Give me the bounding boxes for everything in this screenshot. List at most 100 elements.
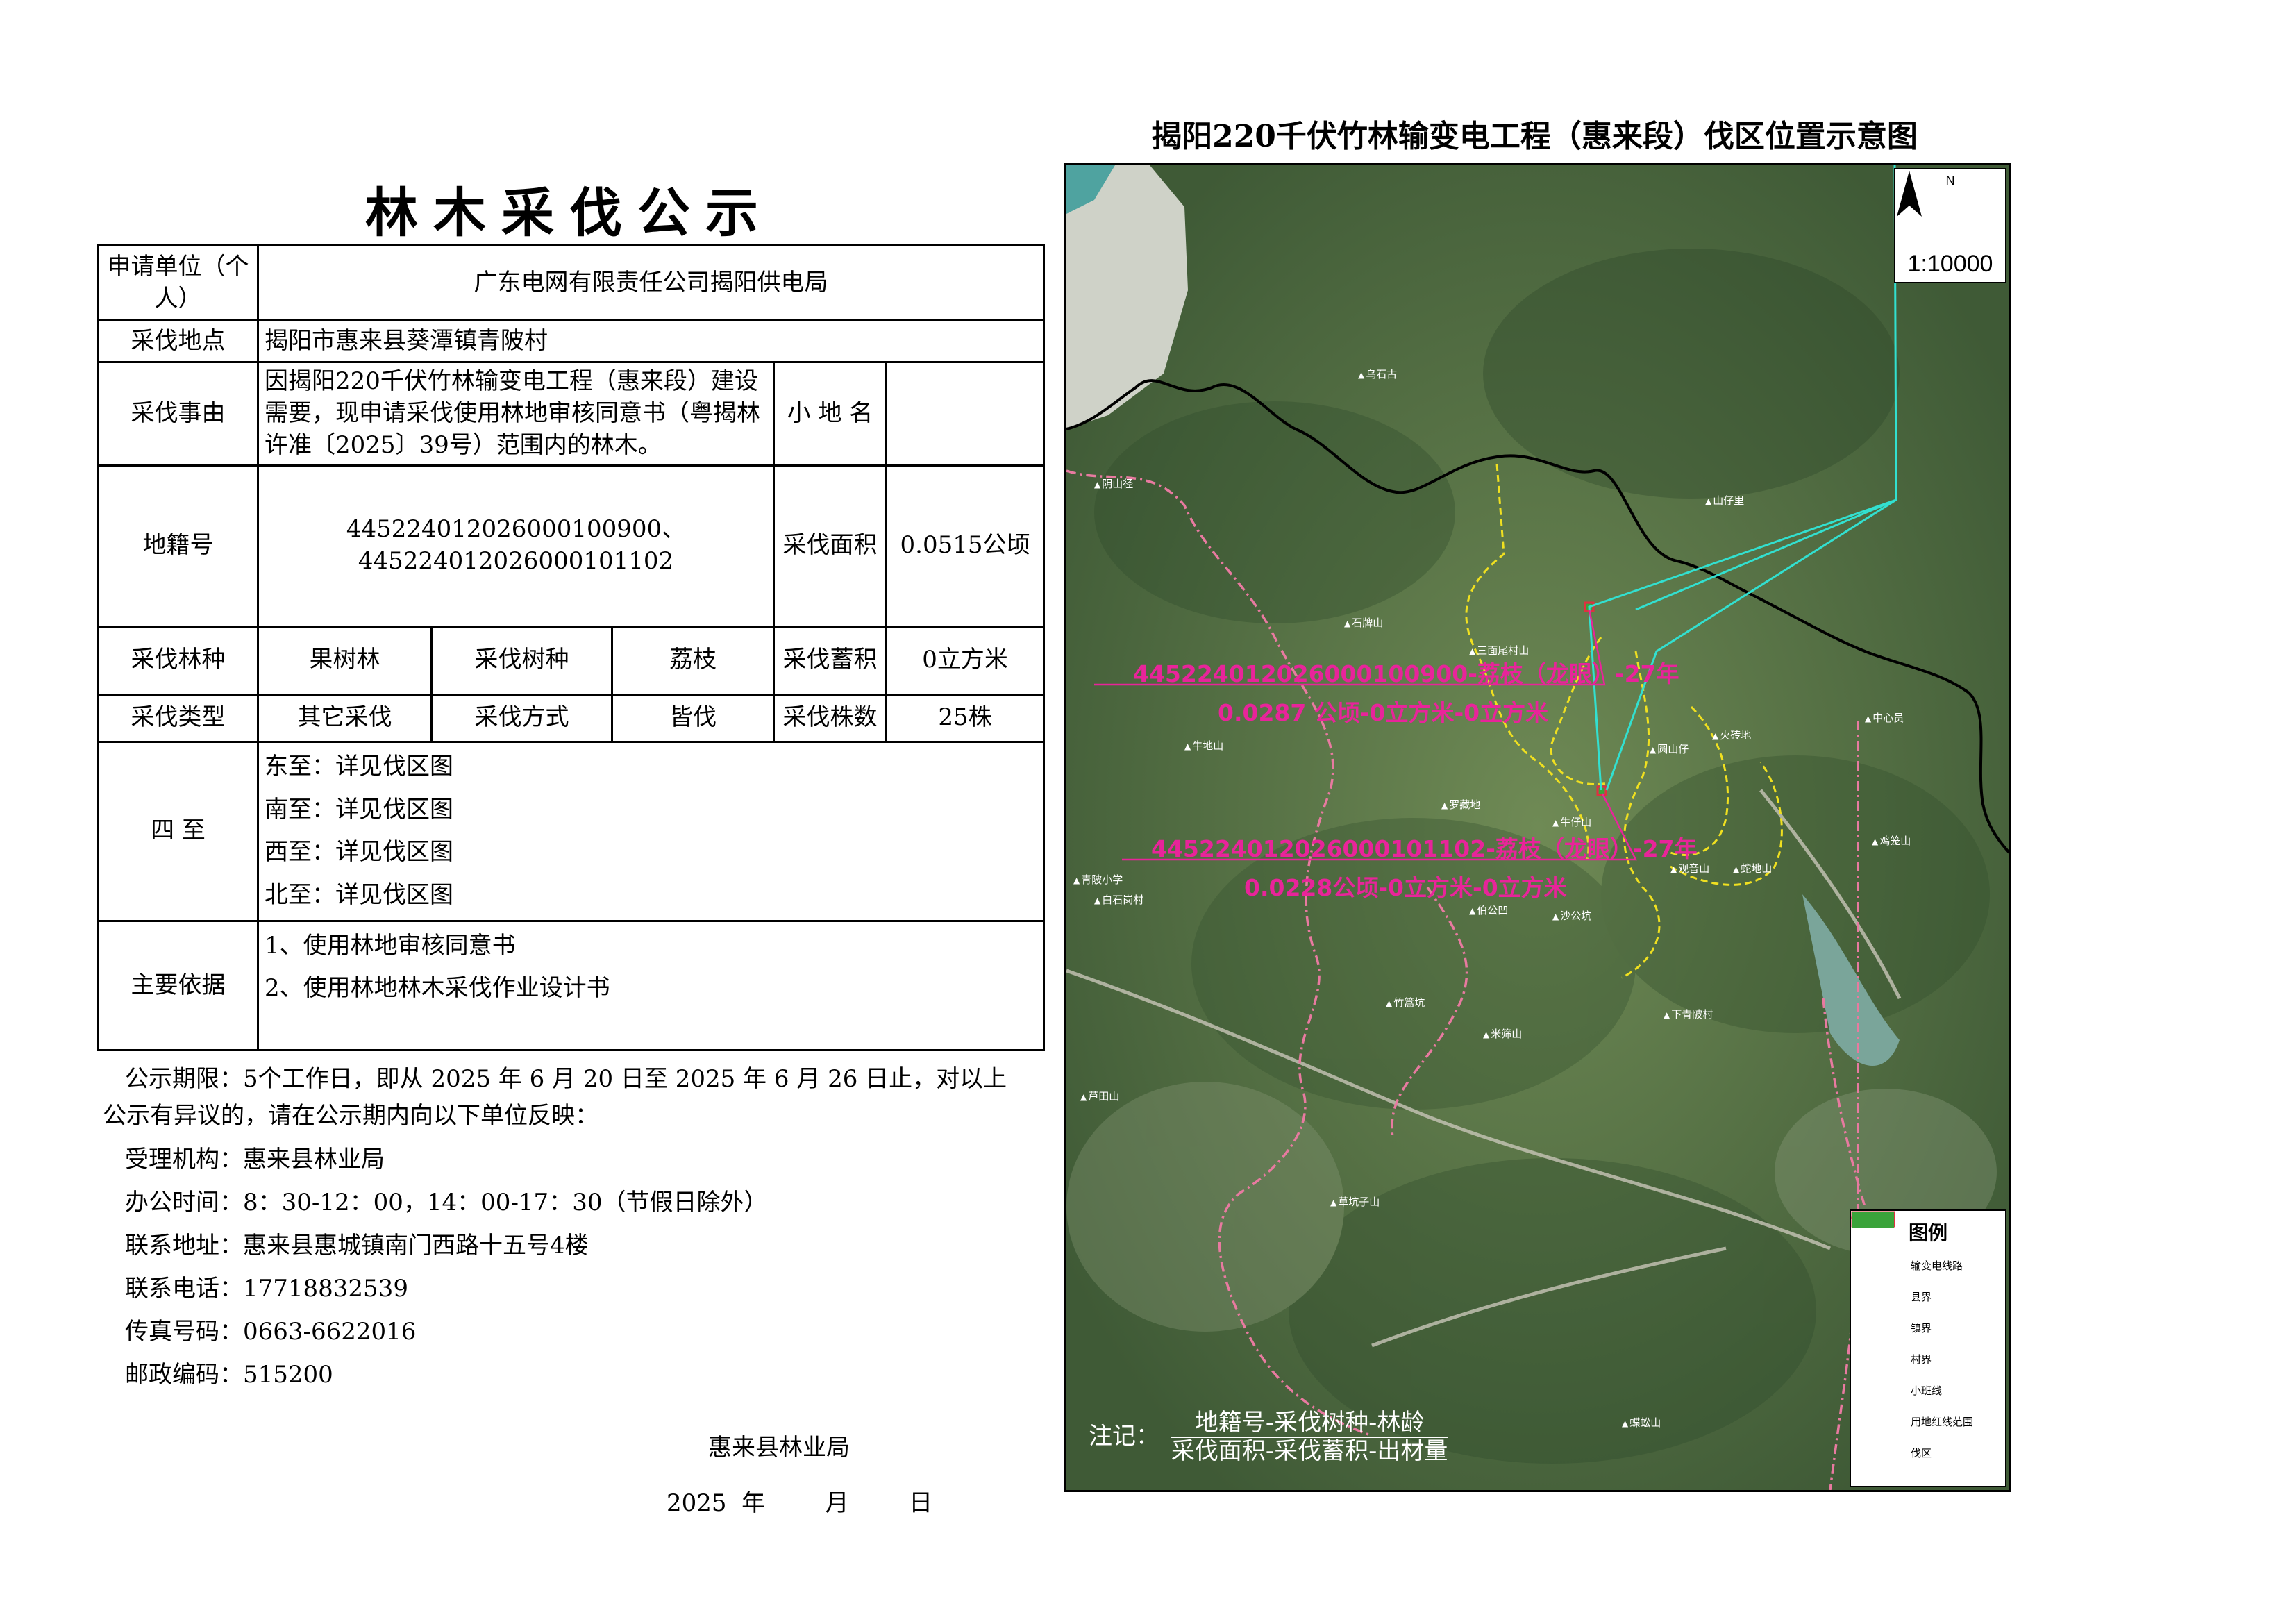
place-label: 蝶蚣山 bbox=[1622, 1415, 1661, 1430]
place-label: 青陂小学 bbox=[1073, 872, 1123, 887]
method-label: 采伐方式 bbox=[430, 693, 613, 743]
county-line-symbol-icon bbox=[1851, 1216, 1904, 1304]
method-value: 皆伐 bbox=[611, 693, 775, 743]
agency: 受理机构：惠来县林业局 bbox=[125, 1146, 385, 1173]
applicant-value: 广东电网有限责任公司揭阳供电局 bbox=[256, 244, 1046, 321]
place-label: 芦田山 bbox=[1080, 1089, 1119, 1103]
area-label: 采伐面积 bbox=[773, 464, 887, 628]
parcel-number-2: 445224012026000101102 bbox=[358, 547, 674, 576]
reason-label: 采伐事由 bbox=[97, 361, 259, 467]
place-label: 圆山仔 bbox=[1650, 742, 1689, 756]
bound-west: 西至：详见伐区图 bbox=[265, 838, 453, 867]
legend-item-town: 镇界 bbox=[1851, 1216, 2005, 1343]
cut-type-value: 其它采伐 bbox=[257, 693, 433, 743]
legend-item-redline: 用地红线范围 bbox=[1851, 1211, 2005, 1437]
volume-value: 0立方米 bbox=[885, 625, 1046, 696]
place-label: 竹篙坑 bbox=[1386, 995, 1425, 1010]
place-label: 山仔里 bbox=[1705, 493, 1744, 508]
note-top: 地籍号-采伐树种-林龄 bbox=[1171, 1409, 1448, 1438]
parcel-1-label-line2: 0.0287 公顷-0立方米-0立方米 bbox=[1218, 699, 1549, 726]
legend-item-county: 县界 bbox=[1851, 1216, 2005, 1312]
map-legend: 图例 输变电线路 县界 镇界 村界 小班线 用地红线范围 伐区 bbox=[1850, 1209, 2006, 1487]
volume-label: 采伐蓄积 bbox=[773, 625, 887, 696]
place-label: 石牌山 bbox=[1344, 615, 1383, 630]
notice-table: 申请单位（个人） 广东电网有限责任公司揭阳供电局 采伐地点 揭阳市惠来县葵潭镇青… bbox=[97, 244, 1046, 1052]
note-fraction: 地籍号-采伐树种-林龄 采伐面积-采伐蓄积-出材量 bbox=[1171, 1409, 1448, 1465]
cut-type-label: 采伐类型 bbox=[97, 693, 259, 743]
powerline-symbol-icon bbox=[1851, 1216, 1904, 1273]
office-hours: 办公时间：8：30-12：00，14：00-17：30（节假日除外） bbox=[125, 1189, 768, 1216]
basis-item: 1、使用林地审核同意书 bbox=[265, 932, 516, 960]
bounds-label: 四 至 bbox=[97, 740, 259, 923]
reason-value: 因揭阳220千伏竹林输变电工程（惠来段）建设需要，现申请采伐使用林地审核同意书（… bbox=[257, 361, 775, 467]
place-label: 伯公凹 bbox=[1469, 903, 1508, 917]
place-label: 草坑子山 bbox=[1330, 1194, 1380, 1209]
north-arrow-icon bbox=[1897, 171, 1922, 217]
species-label: 采伐树种 bbox=[430, 625, 613, 696]
count-label: 采伐株数 bbox=[773, 693, 887, 743]
legend-label: 村界 bbox=[1911, 1353, 1932, 1366]
place-label: 下青陂村 bbox=[1664, 1007, 1713, 1021]
legend-label: 县界 bbox=[1911, 1291, 1932, 1303]
signature-date: 2025 年 月 日 bbox=[667, 1489, 933, 1517]
north-arrow-box: N 1:10000 bbox=[1894, 168, 2006, 283]
legend-label: 输变电线路 bbox=[1911, 1259, 1963, 1272]
notice-period-line2: 公示有异议的，请在公示期内向以下单位反映： bbox=[103, 1102, 598, 1130]
signature-agency: 惠来县林业局 bbox=[708, 1434, 850, 1462]
legend-item-subcompartment: 小班线 bbox=[1851, 1211, 2005, 1406]
postcode: 邮政编码：515200 bbox=[125, 1361, 333, 1389]
bound-north: 北至：详见伐区图 bbox=[265, 881, 453, 910]
area-value: 0.0515公顷 bbox=[885, 464, 1046, 628]
legend-label: 镇界 bbox=[1911, 1322, 1932, 1334]
place-label: 罗藏地 bbox=[1441, 797, 1480, 812]
bound-east: 东至：详见伐区图 bbox=[265, 752, 453, 780]
village-line-symbol-icon bbox=[1851, 1216, 1904, 1366]
applicant-label: 申请单位（个人） bbox=[97, 244, 259, 321]
fax-number: 传真号码：0663-6622016 bbox=[125, 1318, 417, 1346]
parcel-2-label-line2: 0.0228公顷-0立方米-0立方米 bbox=[1244, 874, 1567, 901]
basis-item: 2、使用林地林木采伐作业设计书 bbox=[265, 974, 610, 1003]
map-title: 揭阳220千伏竹林输变电工程（惠来段）伐区位置示意图 bbox=[1151, 119, 1918, 154]
place-label: 沙公坑 bbox=[1552, 908, 1591, 923]
subcompartment-symbol-icon bbox=[1851, 1211, 1904, 1398]
place-label: 牛仔山 bbox=[1552, 814, 1591, 829]
note-bottom: 采伐面积-采伐蓄积-出材量 bbox=[1171, 1437, 1448, 1465]
cut-area-symbol-icon bbox=[1852, 1212, 1904, 1460]
parcel-number-1: 445224012026000100900、 bbox=[346, 515, 686, 544]
species-value: 荔枝 bbox=[611, 625, 775, 696]
map-note: 注记： 地籍号-采伐树种-林龄 采伐面积-采伐蓄积-出材量 bbox=[1089, 1409, 1448, 1465]
bounds-list: 东至：详见伐区图 南至：详见伐区图 西至：详见伐区图 北至：详见伐区图 bbox=[256, 740, 1046, 923]
legend-item-cut-area: 伐区 bbox=[1851, 1212, 2005, 1468]
redline-symbol-icon bbox=[1851, 1211, 1904, 1429]
place-label: 白石岗村 bbox=[1094, 892, 1143, 907]
contact-phone: 联系电话：17718832539 bbox=[125, 1275, 408, 1303]
place-label: 蛇地山 bbox=[1733, 861, 1772, 876]
count-value: 25株 bbox=[885, 693, 1046, 743]
contact-address: 联系地址：惠来县惠城镇南门西路十五号4楼 bbox=[125, 1232, 589, 1259]
place-label: 鸡笼山 bbox=[1872, 833, 1911, 848]
notice-period-line1: 公示期限：5个工作日，即从 2025 年 6 月 20 日至 2025 年 6 … bbox=[125, 1065, 1007, 1093]
location-value: 揭阳市惠来县葵潭镇青陂村 bbox=[256, 319, 1046, 363]
place-label: 阴山径 bbox=[1094, 476, 1133, 491]
legend-item-village: 村界 bbox=[1851, 1216, 2005, 1375]
parcel-2-label-line1: 445224012026000101102-荔枝（龙眼）-27年 bbox=[1151, 835, 1698, 862]
parcel-1-label-line1: 445224012026000100900-荔枝（龙眼）-27年 bbox=[1133, 660, 1679, 687]
note-label: 注记： bbox=[1089, 1422, 1159, 1450]
site-map: 乌石古 山仔里 阴山径 石牌山 三面尾村山 中心员 火砖地 圆山仔 牛地山 罗藏… bbox=[1064, 163, 2011, 1492]
town-line-symbol-icon bbox=[1851, 1216, 1904, 1335]
place-label: 火砖地 bbox=[1712, 728, 1751, 742]
basis-label: 主要依据 bbox=[97, 920, 259, 1052]
map-scale: 1:10000 bbox=[1907, 251, 1993, 277]
parcel-label: 地籍号 bbox=[97, 464, 259, 628]
parcel-value: 445224012026000100900、 44522401202600010… bbox=[257, 464, 775, 628]
legend-label: 伐区 bbox=[1911, 1447, 1932, 1459]
subplace-label: 小 地 名 bbox=[773, 361, 887, 467]
forest-type-value: 果树林 bbox=[257, 625, 433, 696]
legend-label: 小班线 bbox=[1911, 1384, 1943, 1397]
legend-item-powerline: 输变电线路 bbox=[1851, 1216, 2005, 1281]
forest-type-label: 采伐林种 bbox=[97, 625, 259, 696]
bound-south: 南至：详见伐区图 bbox=[265, 795, 453, 823]
place-label: 牛地山 bbox=[1184, 738, 1223, 753]
location-label: 采伐地点 bbox=[97, 319, 259, 363]
place-label: 中心员 bbox=[1865, 710, 1904, 725]
